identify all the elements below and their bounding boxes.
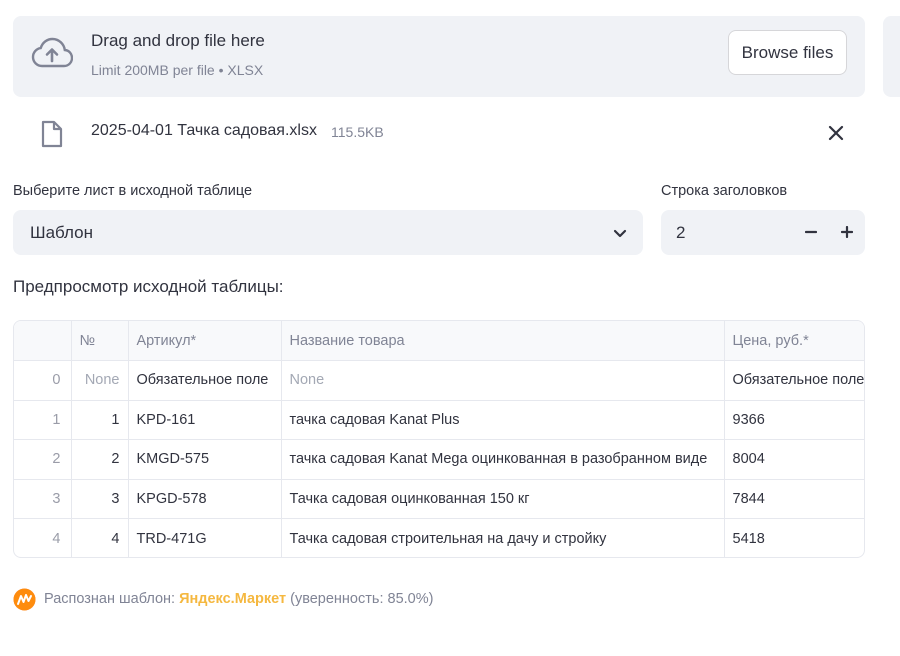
table-cell[interactable]: Тачка садовая оцинкованная 150 кг [281,479,725,519]
sheet-select[interactable]: Шаблон [13,210,643,255]
status-prefix: Распознан шаблон: [44,591,176,607]
table-cell[interactable]: 4 [71,518,129,557]
row-index: 2 [14,439,72,480]
decrement-button[interactable] [801,222,821,242]
column-header-number[interactable]: № [71,321,129,361]
row-index: 3 [14,479,72,519]
preview-table[interactable]: № Артикул* Название товара Цена, руб.* 0… [13,320,865,558]
file-icon [41,120,63,148]
cloud-upload-icon [31,37,73,68]
table-row: 3 3 KPGD-578 Тачка садовая оцинкованная … [14,479,864,519]
table-cell[interactable]: 2 [71,439,129,480]
table-cell[interactable]: тачка садовая Kanat Plus [281,400,725,440]
file-name: 2025-04-01 Тачка садовая.xlsx [91,122,317,139]
column-header-price[interactable]: Цена, руб.* [724,321,864,361]
table-cell[interactable]: TRD-471G [128,518,282,557]
sheet-select-label: Выберите лист в исходной таблице [13,183,253,199]
yandex-market-logo-icon [13,588,36,610]
table-row: 4 4 TRD-471G Тачка садовая строительная … [14,518,864,557]
header-row-input[interactable]: 2 [676,223,685,243]
table-cell[interactable]: Обязательное поле [724,360,864,401]
detected-template-name: Яндекс.Маркет [179,591,287,607]
table-row: 2 2 KMGD-575 тачка садовая Kanat Mega оц… [14,439,864,480]
dropzone-title: Drag and drop file here [91,31,265,50]
preview-title: Предпросмотр исходной таблицы: [13,277,284,296]
table-cell[interactable]: 7844 [724,479,864,519]
dropzone-limit: Limit 200MB per file • XLSX [91,62,264,78]
table-cell[interactable]: Тачка садовая строительная на дачу и стр… [281,518,725,557]
sheet-select-value: Шаблон [30,223,93,242]
chevron-down-icon [613,229,627,238]
table-cell[interactable]: 5418 [724,518,864,557]
table-header-row: № Артикул* Название товара Цена, руб.* [14,321,864,361]
column-header-index[interactable] [14,321,72,361]
file-size: 115.5KB [331,124,384,140]
header-row-label: Строка заголовков [661,183,788,199]
table-cell[interactable]: KMGD-575 [128,439,282,480]
plus-icon [841,226,853,238]
minus-icon [805,230,817,234]
table-cell[interactable]: KPGD-578 [128,479,282,519]
column-header-sku[interactable]: Артикул* [128,321,282,361]
row-index: 1 [14,400,72,440]
table-cell[interactable]: 9366 [724,400,864,440]
table-row: 0 None Обязательное поле None Обязательн… [14,360,864,401]
table-cell[interactable]: тачка садовая Kanat Mega оцинкованная в … [281,439,725,480]
close-icon[interactable] [826,123,846,143]
table-cell[interactable]: KPD-161 [128,400,282,440]
table-cell[interactable]: None [281,360,725,401]
column-header-product-name[interactable]: Название товара [281,321,725,361]
header-row-stepper: 2 [661,210,865,255]
side-panel-edge [883,16,900,97]
table-cell[interactable]: 3 [71,479,129,519]
status-confidence: (уверенность: 85.0%) [290,591,434,607]
table-cell[interactable]: Обязательное поле [128,360,282,401]
table-row: 1 1 KPD-161 тачка садовая Kanat Plus 936… [14,400,864,440]
browse-files-button[interactable]: Browse files [728,30,847,75]
table-cell[interactable]: 1 [71,400,129,440]
table-cell[interactable]: None [71,360,129,401]
row-index: 4 [14,518,72,557]
uploaded-file-row: 2025-04-01 Тачка садовая.xlsx 115.5KB [13,112,865,154]
table-cell[interactable]: 8004 [724,439,864,480]
template-detection-status: Распознан шаблон: Яндекс.Маркет (уверенн… [13,587,433,611]
row-index: 0 [14,360,72,401]
file-dropzone[interactable]: Drag and drop file here Limit 200MB per … [13,16,865,97]
increment-button[interactable] [837,222,857,242]
